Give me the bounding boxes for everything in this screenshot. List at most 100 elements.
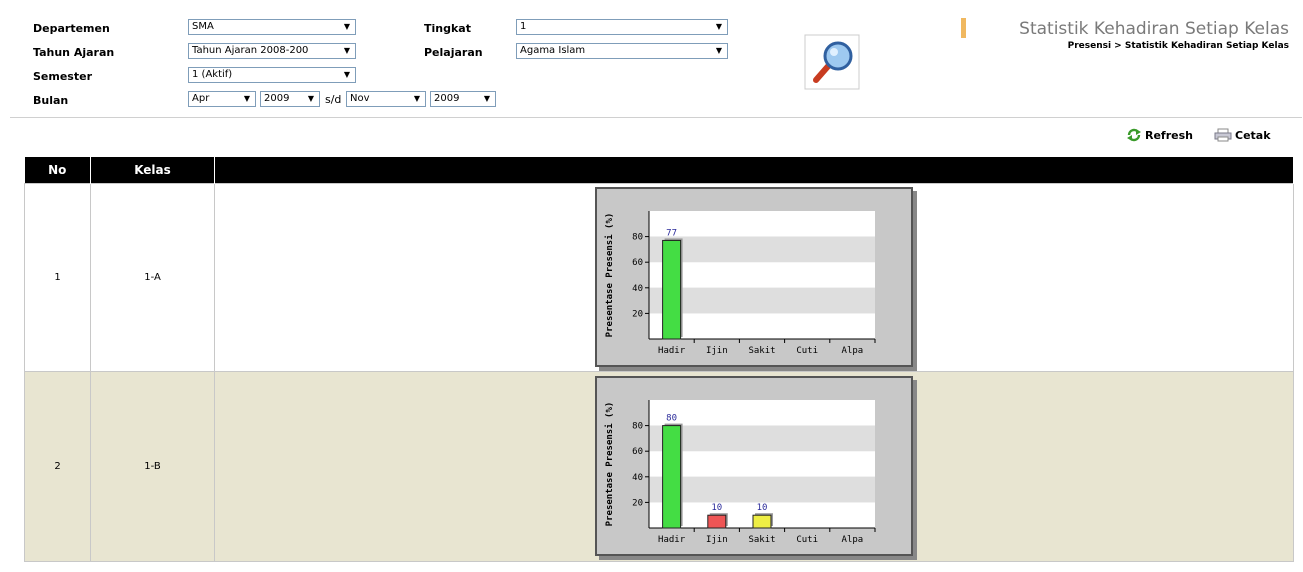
data-label: 80	[666, 414, 677, 424]
year-from-value: 2009	[264, 93, 290, 104]
month-from-select[interactable]: Apr ▼	[188, 91, 256, 107]
chart-svg: 20 40 60 80 Presentase Presensi (%) Hadir 80 Ij…	[604, 400, 876, 545]
y-tick-label: 40	[632, 284, 643, 294]
chevron-down-icon: ▼	[243, 94, 251, 103]
plot-band	[649, 211, 875, 237]
y-axis-label: Presentase Presensi (%)	[604, 402, 615, 527]
data-label: 10	[757, 503, 768, 513]
tingkat-value: 1	[520, 21, 527, 32]
x-tick-label: Cuti	[796, 346, 818, 356]
column-header-no: No	[24, 157, 91, 183]
printer-icon	[1214, 128, 1232, 142]
date-range-separator: s/d	[325, 93, 342, 106]
year-to-value: 2009	[434, 93, 460, 104]
semester-label: Semester	[33, 70, 92, 83]
month-to-value: Nov	[350, 93, 370, 104]
chart-cell: 20 40 60 80 Presentase Presensi (%) Hadir 80 Ij…	[214, 370, 1294, 562]
x-tick-label: Alpa	[842, 346, 864, 356]
tahun-ajaran-select[interactable]: Tahun Ajaran 2008-200 ▼	[188, 43, 356, 59]
chevron-down-icon: ▼	[715, 46, 723, 55]
chevron-down-icon: ▼	[413, 94, 421, 103]
y-tick-label: 80	[632, 233, 643, 243]
semester-value: 1 (Aktif)	[192, 69, 233, 80]
header-divider	[10, 117, 1302, 118]
plot-band	[649, 287, 875, 314]
month-from-value: Apr	[192, 93, 210, 104]
plot-band	[649, 313, 875, 339]
attendance-chart: 20 40 60 80 Presentase Presensi (%) Hadir 77 Ij…	[595, 187, 913, 367]
breadcrumb: Presensi > Statistik Kehadiran Setiap Ke…	[1067, 41, 1289, 51]
departemen-label: Departemen	[33, 22, 110, 35]
refresh-label: Refresh	[1145, 128, 1193, 142]
pelajaran-label: Pelajaran	[424, 46, 483, 59]
pelajaran-select[interactable]: Agama Islam ▼	[516, 43, 728, 59]
plot-band	[649, 476, 875, 503]
x-tick-label: Hadir	[658, 346, 686, 356]
x-tick-label: Ijin	[706, 346, 728, 356]
title-accent-bar	[961, 18, 966, 38]
chevron-down-icon: ▼	[343, 70, 351, 79]
print-button[interactable]: Cetak	[1214, 128, 1271, 142]
year-from-select[interactable]: 2009 ▼	[260, 91, 320, 107]
x-tick-label: Sakit	[748, 535, 775, 545]
row-no: 2	[24, 370, 91, 562]
semester-select[interactable]: 1 (Aktif) ▼	[188, 67, 356, 83]
y-tick-label: 60	[632, 447, 643, 457]
row-kelas: 1-B	[90, 370, 215, 562]
x-tick-label: Sakit	[748, 346, 775, 356]
month-to-select[interactable]: Nov ▼	[346, 91, 426, 107]
tahun-ajaran-value: Tahun Ajaran 2008-200	[192, 45, 309, 56]
print-label: Cetak	[1235, 128, 1271, 142]
bar	[662, 239, 682, 340]
data-label: 77	[666, 228, 677, 238]
y-tick-label: 20	[632, 309, 643, 319]
data-label: 10	[711, 503, 722, 513]
search-button[interactable]	[804, 34, 860, 90]
chart-svg: 20 40 60 80 Presentase Presensi (%) Hadir 77 Ij…	[604, 211, 876, 356]
departemen-value: SMA	[192, 21, 214, 32]
row-no: 1	[24, 182, 91, 372]
table-row: 2 1-B 20 40 60 80 Presentase Presensi (%) Had…	[24, 370, 1294, 562]
tingkat-label: Tingkat	[424, 22, 471, 35]
chevron-down-icon: ▼	[307, 94, 315, 103]
x-tick-label: Ijin	[706, 535, 728, 545]
attendance-chart: 20 40 60 80 Presentase Presensi (%) Hadir 80 Ij…	[595, 376, 913, 556]
plot-band	[649, 400, 875, 426]
refresh-button[interactable]: Refresh	[1126, 128, 1193, 142]
year-to-select[interactable]: 2009 ▼	[430, 91, 496, 107]
bulan-label: Bulan	[33, 94, 69, 107]
chevron-down-icon: ▼	[343, 46, 351, 55]
y-axis-label: Presentase Presensi (%)	[604, 213, 615, 338]
pelajaran-value: Agama Islam	[520, 45, 586, 56]
row-kelas: 1-A	[90, 182, 215, 372]
bar	[752, 514, 772, 529]
y-tick-label: 20	[632, 498, 643, 508]
plot-band	[649, 262, 875, 288]
tahun-ajaran-label: Tahun Ajaran	[33, 46, 115, 59]
chevron-down-icon: ▼	[343, 22, 351, 31]
chevron-down-icon: ▼	[715, 22, 723, 31]
page-title: Statistik Kehadiran Setiap Kelas	[1019, 19, 1289, 39]
y-tick-label: 80	[632, 422, 643, 432]
table-header-row: No Kelas	[24, 157, 1294, 183]
x-tick-label: Alpa	[842, 535, 864, 545]
magnifier-icon	[804, 34, 860, 90]
departemen-select[interactable]: SMA ▼	[188, 19, 356, 35]
bar	[707, 514, 727, 529]
plot-band	[649, 451, 875, 477]
x-tick-label: Cuti	[796, 535, 818, 545]
statistics-table: No Kelas 1 1-A 20 40 60 80 Presentase Presen…	[24, 157, 1294, 562]
column-header-kelas: Kelas	[90, 157, 215, 183]
x-tick-label: Hadir	[658, 535, 686, 545]
chart-cell: 20 40 60 80 Presentase Presensi (%) Hadir 77 Ij…	[214, 182, 1294, 372]
y-tick-label: 60	[632, 258, 643, 268]
tingkat-select[interactable]: 1 ▼	[516, 19, 728, 35]
column-header-chart	[214, 157, 1294, 183]
y-tick-label: 40	[632, 473, 643, 483]
bar	[662, 425, 682, 529]
plot-band	[649, 236, 875, 263]
refresh-icon	[1127, 128, 1141, 142]
chevron-down-icon: ▼	[483, 94, 491, 103]
plot-band	[649, 425, 875, 452]
table-row: 1 1-A 20 40 60 80 Presentase Presensi (%) Had…	[24, 182, 1294, 372]
